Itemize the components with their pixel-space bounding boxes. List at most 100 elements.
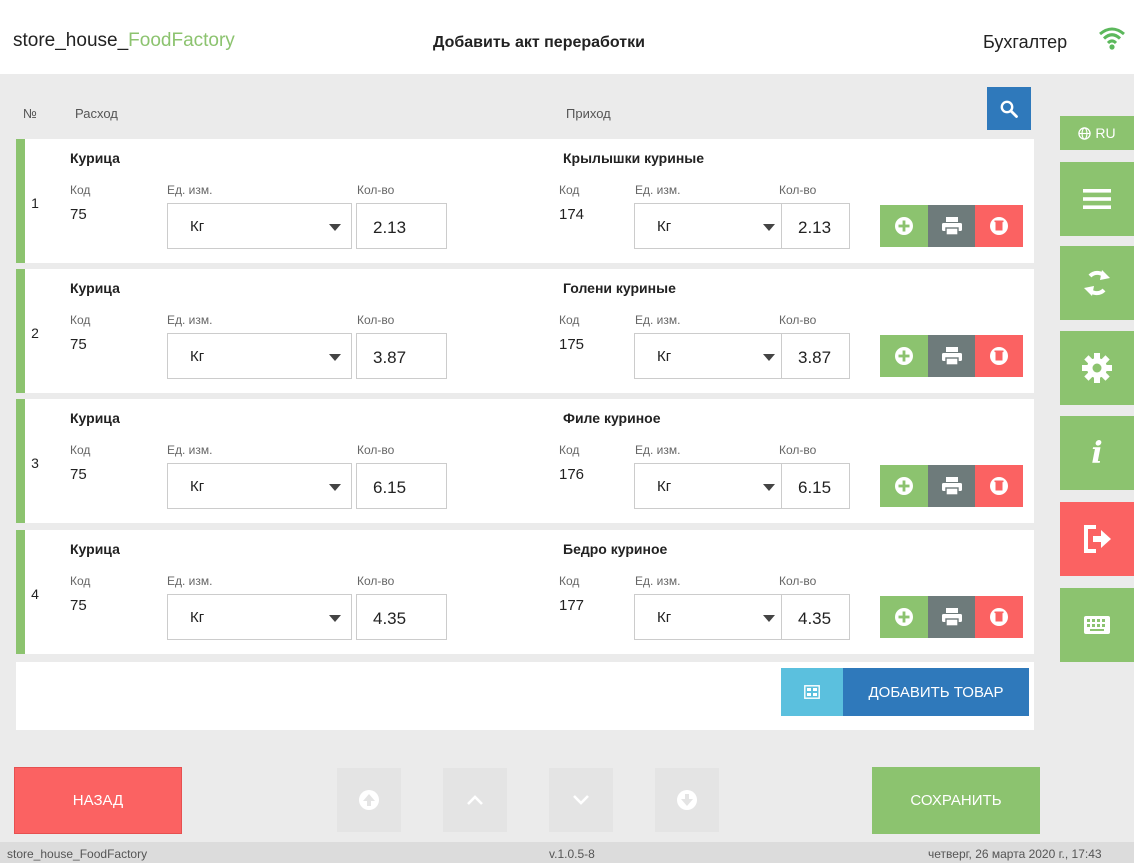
trash-icon: [990, 608, 1008, 626]
row-marker: [16, 530, 25, 654]
delete-row-button[interactable]: [975, 335, 1023, 377]
last-button[interactable]: [655, 768, 719, 832]
income-unit-select[interactable]: Кг: [634, 463, 786, 509]
expense-code-label: Код: [70, 313, 91, 327]
delete-row-button[interactable]: [975, 205, 1023, 247]
print-row-button[interactable]: [928, 465, 975, 507]
delete-row-button[interactable]: [975, 596, 1023, 638]
row-number: 1: [31, 195, 39, 211]
table-row: 4 Курица Код 75 Ед. изм. Кг Кол-во 4.35 Бедро ку…: [16, 530, 1034, 654]
expense-unit-label: Ед. изм.: [167, 183, 213, 197]
sync-button[interactable]: [1060, 246, 1134, 320]
first-button[interactable]: [337, 768, 401, 832]
income-product-name: Голени куриные: [563, 280, 676, 296]
print-row-button[interactable]: [928, 205, 975, 247]
income-unit-label: Ед. изм.: [635, 313, 681, 327]
down-button[interactable]: [549, 768, 613, 832]
up-button[interactable]: [443, 768, 507, 832]
expense-unit-select[interactable]: Кг: [167, 463, 352, 509]
add-item-button[interactable]: ДОБАВИТЬ ТОВАР: [843, 668, 1029, 716]
expense-code: 75: [70, 466, 87, 483]
income-qty-label: Кол-во: [779, 183, 817, 197]
income-unit-value: Кг: [657, 478, 672, 495]
expense-qty-input[interactable]: 3.87: [356, 333, 447, 379]
income-qty-value: 2.13: [798, 218, 832, 237]
expense-unit-value: Кг: [190, 609, 205, 626]
search-icon: [1000, 100, 1018, 118]
expense-unit-select[interactable]: Кг: [167, 203, 352, 249]
add-row-button[interactable]: [880, 596, 928, 638]
language-button[interactable]: RU: [1060, 116, 1134, 150]
add-row-button[interactable]: [880, 335, 928, 377]
income-code: 174: [559, 206, 585, 223]
back-button[interactable]: НАЗАД: [14, 767, 182, 834]
delete-row-button[interactable]: [975, 465, 1023, 507]
expense-unit-select[interactable]: Кг: [167, 333, 352, 379]
chevron-down-icon: [329, 354, 341, 361]
expense-unit-select[interactable]: Кг: [167, 594, 352, 640]
income-unit-select[interactable]: Кг: [634, 333, 786, 379]
add-row-button[interactable]: [880, 465, 928, 507]
row-number: 3: [31, 455, 39, 471]
page-title: Добавить акт переработки: [433, 34, 645, 51]
status-app-name: store_house_FoodFactory: [7, 847, 148, 861]
income-qty-input[interactable]: 2.13: [781, 203, 850, 249]
down-icon: [573, 795, 589, 805]
table-row: 1 Курица Код 75 Ед. изм. Кг Кол-во 2.13 Крылышки…: [16, 139, 1034, 263]
expense-qty-input[interactable]: 2.13: [356, 203, 447, 249]
row-marker: [16, 399, 25, 523]
expense-qty-value: 4.35: [373, 609, 407, 628]
status-version: v.1.0.5-8: [549, 847, 595, 861]
expense-code: 75: [70, 597, 87, 614]
income-qty-value: 4.35: [798, 609, 832, 628]
income-unit-value: Кг: [657, 218, 672, 235]
chevron-down-icon: [763, 224, 775, 231]
income-code-label: Код: [559, 313, 580, 327]
logout-icon: [1084, 525, 1111, 553]
expense-qty-input[interactable]: 6.15: [356, 463, 447, 509]
expense-code-label: Код: [70, 443, 91, 457]
plus-circle-icon: [895, 347, 913, 365]
expense-unit-label: Ед. изм.: [167, 574, 213, 588]
gear-icon: [1082, 353, 1112, 383]
print-row-button[interactable]: [928, 335, 975, 377]
print-icon: [941, 477, 962, 496]
scan-button[interactable]: [781, 668, 843, 716]
income-qty-label: Кол-во: [779, 574, 817, 588]
chevron-down-icon: [329, 484, 341, 491]
income-qty-input[interactable]: 4.35: [781, 594, 850, 640]
logout-button[interactable]: [1060, 502, 1134, 576]
keyboard-button[interactable]: [1060, 588, 1134, 662]
row-number: 4: [31, 586, 39, 602]
globe-icon: [1078, 126, 1092, 140]
income-unit-select[interactable]: Кг: [634, 203, 786, 249]
income-qty-input[interactable]: 3.87: [781, 333, 850, 379]
menu-button[interactable]: [1060, 162, 1134, 236]
add-row-button[interactable]: [880, 205, 928, 247]
income-unit-label: Ед. изм.: [635, 183, 681, 197]
chevron-down-icon: [763, 615, 775, 622]
income-code: 176: [559, 466, 585, 483]
trash-icon: [990, 347, 1008, 365]
settings-button[interactable]: [1060, 331, 1134, 405]
income-unit-select[interactable]: Кг: [634, 594, 786, 640]
income-code: 177: [559, 597, 585, 614]
trash-icon: [990, 477, 1008, 495]
income-qty-input[interactable]: 6.15: [781, 463, 850, 509]
info-button[interactable]: i: [1060, 416, 1134, 490]
income-qty-label: Кол-во: [779, 313, 817, 327]
income-code-label: Код: [559, 443, 580, 457]
column-number: №: [23, 106, 37, 121]
column-expense: Расход: [75, 106, 118, 121]
expense-product-name: Курица: [70, 150, 120, 166]
plus-circle-icon: [895, 217, 913, 235]
expense-qty-value: 3.87: [373, 348, 407, 367]
search-button[interactable]: [987, 87, 1031, 130]
print-row-button[interactable]: [928, 596, 975, 638]
expense-qty-label: Кол-во: [357, 313, 395, 327]
chevron-down-icon: [763, 484, 775, 491]
expense-qty-input[interactable]: 4.35: [356, 594, 447, 640]
save-button[interactable]: СОХРАНИТЬ: [872, 767, 1040, 834]
app-title: store_house_FoodFactory: [13, 30, 235, 51]
user-role: Бухгалтер: [983, 32, 1068, 52]
